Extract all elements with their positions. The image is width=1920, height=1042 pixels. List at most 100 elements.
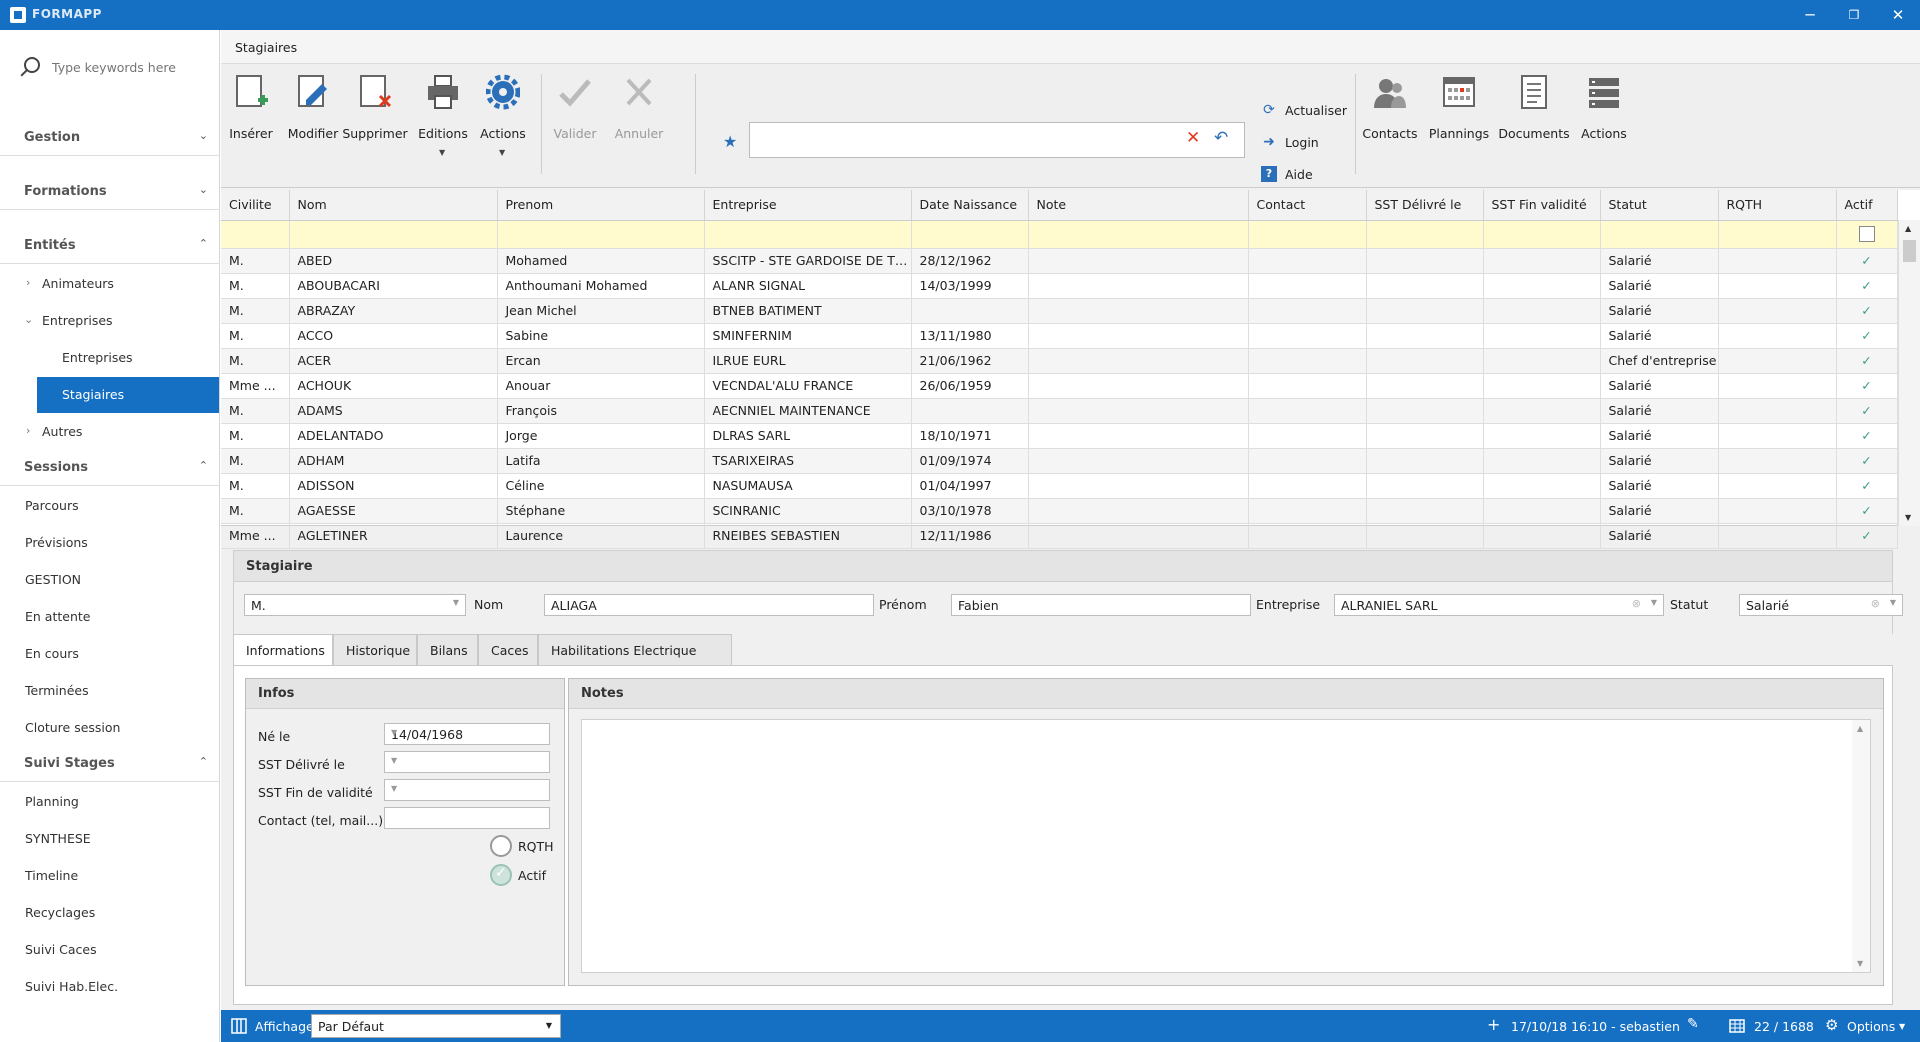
sidebar-item-entreprises-group[interactable]: ⌄ Entreprises [0,303,220,339]
column-header[interactable]: Nom [289,190,498,221]
grid-scrollbar[interactable]: ▲ ▼ [1898,220,1920,526]
nom-field[interactable]: ALIAGA [544,594,874,616]
columns-icon[interactable] [231,1018,247,1034]
column-header[interactable]: RQTH [1718,190,1837,221]
sst-fin-date-field[interactable]: ▼ [384,779,550,801]
supprimer-button[interactable]: Supprimer [342,70,408,170]
tab-historique[interactable]: Historique [333,634,417,666]
table-row[interactable]: M. ADISSON Céline NASUMAUSA 01/04/1997 Salari… [221,473,1898,499]
group-formations[interactable]: Formations ⌄ [0,174,220,210]
options-button[interactable]: Options [1847,1019,1895,1034]
table-row[interactable]: M. ACER Ercan ILRUE EURL 21/06/1962 Chef d'en… [221,348,1898,374]
filter-cell[interactable] [221,220,290,249]
table-row[interactable]: M. ADAMS François AECNNIEL MAINTENANCE Salar… [221,398,1898,424]
sidebar-item-suivi-caces[interactable]: Suivi Caces [0,932,220,968]
column-header[interactable]: Contact [1248,190,1367,221]
notes-scrollbar[interactable]: ▲ ▼ [1852,720,1870,972]
documents-button[interactable]: Documents [1498,70,1570,170]
filter-cell[interactable] [704,220,912,249]
filter-cell[interactable] [1718,220,1837,249]
sidebar-item-stagiaires[interactable]: Stagiaires [37,377,219,413]
minimize-button[interactable]: ─ [1788,0,1832,30]
sidebar-item-gestion[interactable]: GESTION [0,562,220,598]
sidebar-item-entreprises[interactable]: Entreprises [0,340,220,376]
filter-cell[interactable] [497,220,705,249]
sidebar-item-animateurs[interactable]: › Animateurs [0,266,220,302]
ne-le-date-field[interactable]: 14/04/1968 ▼ [384,723,550,745]
filter-cell[interactable] [911,220,1029,249]
close-button[interactable]: ✕ [1876,0,1920,30]
editions-button[interactable]: Editions ▼ [413,70,473,170]
scroll-thumb[interactable] [1903,240,1916,262]
sidebar-item-planning[interactable]: Planning [0,784,220,820]
add-icon[interactable]: + [1487,1015,1500,1034]
statut-select[interactable]: Salarié ⊗ ▼ [1739,594,1903,616]
sst-delivre-date-field[interactable]: ▼ [384,751,550,773]
actif-filter-checkbox[interactable] [1858,226,1875,243]
table-row[interactable]: M. ADHAM Latifa TSARIXEIRAS 01/09/1974 Salari… [221,448,1898,474]
group-sessions[interactable]: Sessions ⌃ [0,450,220,486]
filter-cell[interactable] [1248,220,1367,249]
gear-icon[interactable]: ⚙ [1825,1016,1838,1034]
table-row[interactable]: M. ABOUBACARI Anthoumani Mohamed ALANR SIGN… [221,273,1898,299]
sidebar-item-suivi-hab-elec[interactable]: Suivi Hab.Elec. [0,969,220,1005]
sidebar-item-en-attente[interactable]: En attente [0,599,220,635]
column-header[interactable]: Actif [1836,190,1898,221]
rqth-radio[interactable] [490,835,512,857]
clear-icon[interactable]: ⊗ [1871,597,1880,610]
inserer-button[interactable]: Insérer [221,70,281,170]
table-row[interactable]: M. ABED Mohamed SSCITP - STE GARDOISE DE TR… [221,248,1898,274]
scroll-up-icon[interactable]: ▲ [1857,724,1863,733]
column-header[interactable]: SST Délivré le [1366,190,1484,221]
table-row[interactable]: M. ABRAZAY Jean Michel BTNEB BATIMENT Salari… [221,298,1898,324]
sidebar-item-cloture-session[interactable]: Cloture session [0,710,220,746]
sidebar-item-en-cours[interactable]: En cours [0,636,220,672]
sidebar-item-previsions[interactable]: Prévisions [0,525,220,561]
actif-radio[interactable] [490,864,512,886]
group-entites[interactable]: Entités ⌃ [0,228,220,264]
contact-field[interactable] [384,807,550,829]
scroll-down-icon[interactable]: ▼ [1857,959,1863,968]
tab-caces[interactable]: Caces [478,634,538,666]
tab-habilitations-electrique[interactable]: Habilitations Electrique [538,634,732,666]
notes-textarea[interactable]: ▲ ▼ [581,719,1871,973]
valider-button[interactable]: Valider [545,70,605,170]
filter-cell[interactable] [1483,220,1601,249]
civilite-select[interactable]: M. ▼ [244,594,466,616]
pencil-icon[interactable]: ✎ [1687,1016,1699,1032]
group-gestion[interactable]: Gestion ⌄ [0,120,220,156]
contacts-button[interactable]: Contacts [1360,70,1420,170]
undo-icon[interactable]: ↶ [1214,128,1228,148]
column-header[interactable]: Date Naissance [911,190,1029,221]
sidebar-item-terminees[interactable]: Terminées [0,673,220,709]
annuler-button[interactable]: Annuler [609,70,669,170]
sidebar-item-recyclages[interactable]: Recyclages [0,895,220,931]
entreprise-select[interactable]: ALRANIEL SARL ⊗ ▼ [1334,594,1664,616]
clear-filter-icon[interactable]: ✕ [1186,128,1200,148]
actions-button[interactable]: Actions ▼ [473,70,533,170]
sidebar-item-autres[interactable]: › Autres [0,414,220,450]
actions-list-button[interactable]: Actions [1574,70,1634,170]
tab-informations[interactable]: Informations [233,634,333,667]
favorite-star-icon[interactable]: ★ [723,132,737,151]
affichage-select[interactable]: Par Défaut ▼ [311,1014,561,1038]
column-header[interactable]: Civilite [221,190,290,221]
table-row[interactable]: Mme ... ACHOUK Anouar VECNDAL'ALU FRANCE 26/… [221,373,1898,399]
column-header[interactable]: Statut [1600,190,1719,221]
table-row[interactable]: M. ADELANTADO Jorge DLRAS SARL 18/10/1971 Sal… [221,423,1898,449]
modifier-button[interactable]: Modifier [283,70,343,170]
table-row[interactable]: M. AGAESSE Stéphane SCINRANIC 03/10/1978 Sala… [221,498,1898,524]
filter-cell[interactable] [1028,220,1249,249]
plannings-button[interactable]: Plannings [1429,70,1489,170]
sidebar-item-synthese[interactable]: SYNTHESE [0,821,220,857]
group-suivi-stages[interactable]: Suivi Stages ⌃ [0,746,220,782]
filter-cell[interactable] [1836,220,1898,249]
search-input[interactable] [52,56,212,78]
sidebar-item-timeline[interactable]: Timeline [0,858,220,894]
column-header[interactable]: Note [1028,190,1249,221]
prenom-field[interactable]: Fabien [951,594,1251,616]
scroll-up-icon[interactable]: ▲ [1905,224,1911,233]
column-header[interactable]: Entreprise [704,190,912,221]
column-header[interactable]: Prenom [497,190,705,221]
filter-cell[interactable] [289,220,498,249]
